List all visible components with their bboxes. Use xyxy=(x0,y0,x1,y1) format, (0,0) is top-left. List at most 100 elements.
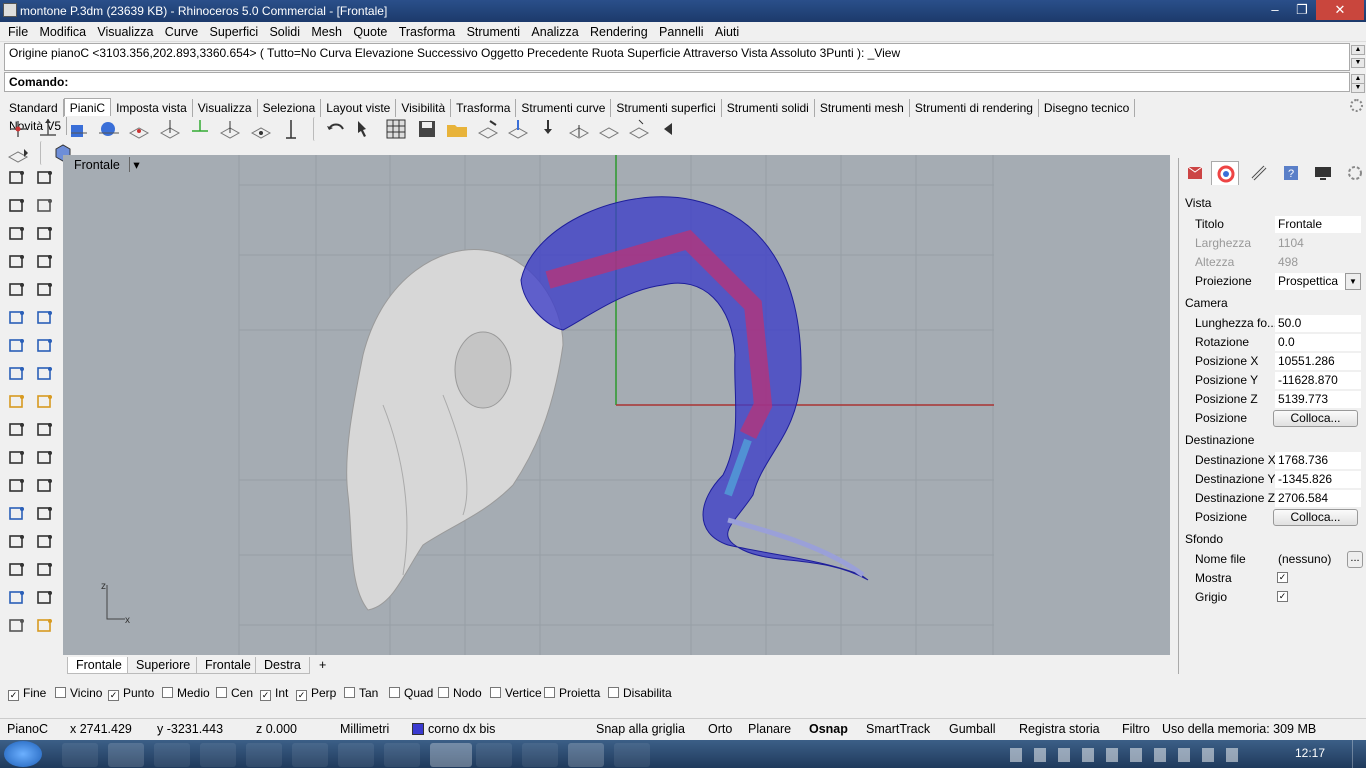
cplane-origin-icon[interactable] xyxy=(6,117,30,141)
start-button-icon[interactable] xyxy=(4,741,42,767)
osnap-proietta[interactable]: Proietta xyxy=(544,686,600,700)
menu-superfici[interactable]: Superfici xyxy=(209,22,258,39)
network-surface-tool-icon[interactable] xyxy=(34,362,56,384)
menu-rendering[interactable]: Rendering xyxy=(590,22,648,39)
curve-tool-icon[interactable] xyxy=(34,194,56,216)
cplane-tilt-icon[interactable] xyxy=(597,117,621,141)
osnap-disabilita[interactable]: Disabilita xyxy=(608,686,672,700)
posizione-z-field[interactable]: 5139.773 xyxy=(1275,391,1361,408)
array-tool-icon[interactable] xyxy=(6,558,28,580)
tab-imposta-vista[interactable]: Imposta vista xyxy=(111,99,193,117)
command-line[interactable]: Comando: xyxy=(4,72,1350,92)
panel-tab-help-icon[interactable]: ? xyxy=(1277,161,1305,185)
viewport-title[interactable]: Frontale ▾ xyxy=(70,157,147,173)
osnap-nodo[interactable]: Nodo xyxy=(438,686,482,700)
osnap-proietta-checkbox[interactable] xyxy=(544,687,555,698)
menu-pannelli[interactable]: Pannelli xyxy=(659,22,703,39)
planare-toggle[interactable]: Planare xyxy=(748,722,791,736)
tab-visualizza[interactable]: Visualizza xyxy=(193,99,258,117)
explode-tool-icon[interactable] xyxy=(6,390,28,412)
osnap-punto[interactable]: ✓ Punto xyxy=(108,686,154,701)
undo-cplane-icon[interactable] xyxy=(324,117,348,141)
osnap-tan[interactable]: Tan xyxy=(344,686,378,700)
grid-icon[interactable] xyxy=(384,117,408,141)
osnap-vicino-checkbox[interactable] xyxy=(55,687,66,698)
scroll-down-icon[interactable]: ▼ xyxy=(1351,83,1365,93)
filtro-toggle[interactable]: Filtro xyxy=(1122,722,1150,736)
cplane-down-icon[interactable] xyxy=(536,117,560,141)
posizione-x-field[interactable]: 10551.286 xyxy=(1275,353,1361,370)
menu-strumenti[interactable]: Strumenti xyxy=(467,22,521,39)
extrude-tool-icon[interactable] xyxy=(6,362,28,384)
firefox-taskbar-icon[interactable] xyxy=(200,743,236,767)
solid-diff-tool-icon[interactable] xyxy=(34,446,56,468)
solid-union-tool-icon[interactable] xyxy=(6,446,28,468)
osnap-fine[interactable]: ✓ Fine xyxy=(8,686,46,701)
osnap-toggle[interactable]: Osnap xyxy=(809,722,848,736)
lunghezza-focale-field[interactable]: 50.0 xyxy=(1275,315,1361,332)
tab-strumenti-superfici[interactable]: Strumenti superfici xyxy=(611,99,722,117)
add-viewport-tab-plus-icon[interactable]: + xyxy=(311,657,335,673)
panel-tab-display-icon[interactable] xyxy=(1211,161,1239,185)
menu-solidi[interactable]: Solidi xyxy=(269,22,300,39)
panel-settings-gear-icon[interactable] xyxy=(1343,161,1366,185)
osnap-int[interactable]: ✓ Int xyxy=(260,686,288,701)
select-tool-icon[interactable] xyxy=(6,166,28,188)
circle-tool-icon[interactable] xyxy=(6,222,28,244)
text-tool-icon[interactable] xyxy=(6,502,28,524)
cplane-up-icon[interactable] xyxy=(567,117,591,141)
osnap-tan-checkbox[interactable] xyxy=(344,687,355,698)
arc-tool-icon[interactable] xyxy=(34,222,56,244)
menu-modifica[interactable]: Modifica xyxy=(40,22,87,39)
chrome-taskbar-icon[interactable] xyxy=(246,743,282,767)
calculator-taskbar-icon[interactable] xyxy=(338,743,374,767)
cplane-object-icon[interactable] xyxy=(67,117,91,141)
ie-taskbar-icon[interactable] xyxy=(62,743,98,767)
destinazione-x-field[interactable]: 1768.736 xyxy=(1275,452,1361,469)
tab-trasforma[interactable]: Trasforma xyxy=(451,99,517,117)
cplane-curve-icon[interactable] xyxy=(127,117,151,141)
tab-strumenti-rendering[interactable]: Strumenti di rendering xyxy=(910,99,1039,117)
cplane-view-icon[interactable] xyxy=(279,117,303,141)
trim-tool-icon[interactable] xyxy=(34,390,56,412)
maximize-button[interactable]: ❐ xyxy=(1290,0,1314,20)
osnap-vertice-checkbox[interactable] xyxy=(490,687,501,698)
winrar-taskbar-icon[interactable] xyxy=(292,743,328,767)
menu-mesh[interactable]: Mesh xyxy=(311,22,342,39)
cplane-back-icon[interactable] xyxy=(658,117,682,141)
menu-visualizza[interactable]: Visualizza xyxy=(97,22,153,39)
status-cplane[interactable]: PianoC xyxy=(7,722,48,736)
posizione-y-field[interactable]: -11628.870 xyxy=(1275,372,1361,389)
panel-tab-layers-icon[interactable] xyxy=(1245,161,1273,185)
cplane-sphere-icon[interactable] xyxy=(97,117,121,141)
panel-tab-monitor-icon[interactable] xyxy=(1309,161,1337,185)
cplane-x-axis-icon[interactable] xyxy=(188,117,212,141)
titolo-field[interactable]: Frontale xyxy=(1275,216,1361,233)
cplane-elevation-icon[interactable] xyxy=(36,117,60,141)
boolean-move-tool-icon[interactable] xyxy=(6,418,28,440)
registra-storia-toggle[interactable]: Registra storia xyxy=(1019,722,1100,736)
dot-tool-icon[interactable] xyxy=(6,586,28,608)
tab-standard[interactable]: Standard xyxy=(4,99,64,117)
grigio-checkbox[interactable]: ✓ xyxy=(1277,591,1288,602)
panel-tab-properties-icon[interactable] xyxy=(1181,161,1209,185)
menu-curve[interactable]: Curve xyxy=(165,22,198,39)
viewport-frontale[interactable]: z x xyxy=(63,155,1170,655)
vp-tab-frontale[interactable]: Frontale xyxy=(67,657,131,674)
system-tray-icons[interactable] xyxy=(1010,748,1250,762)
ellipse-tool-icon[interactable] xyxy=(6,278,28,300)
cplane-move-icon[interactable] xyxy=(627,117,651,141)
menu-file[interactable]: File xyxy=(8,22,28,39)
group-tool-icon[interactable] xyxy=(6,530,28,552)
scroll-up-icon[interactable]: ▲ xyxy=(1351,45,1365,55)
minimize-button[interactable]: ‒ xyxy=(1262,0,1288,20)
vp-tab-frontale-2[interactable]: Frontale xyxy=(196,657,260,674)
explorer-taskbar-icon[interactable] xyxy=(108,743,144,767)
status-layer[interactable]: corno dx bis xyxy=(428,722,495,736)
osnap-int-checkbox[interactable]: ✓ xyxy=(260,690,271,701)
open-cplane-icon[interactable] xyxy=(445,117,469,141)
viewport-menu-chevron-down-icon[interactable]: ▾ xyxy=(129,157,142,172)
dimension-tool-icon[interactable] xyxy=(34,502,56,524)
fillet-tool-icon[interactable] xyxy=(6,474,28,496)
arc-tool-tool-icon[interactable] xyxy=(34,278,56,300)
